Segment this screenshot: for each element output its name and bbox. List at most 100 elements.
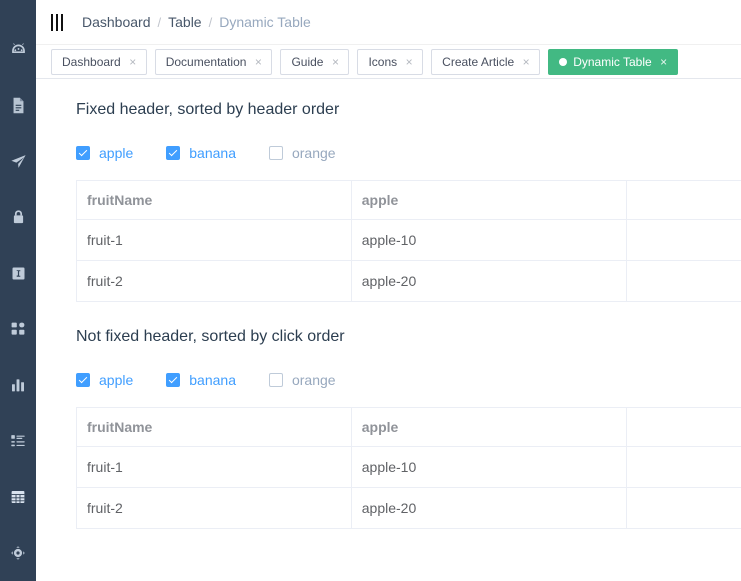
breadcrumb-separator: / (208, 14, 213, 30)
cell-fruitname: fruit-2 (76, 260, 352, 302)
sidebar-item-table[interactable] (0, 469, 36, 525)
table-row[interactable]: fruit-2 apple-20 (76, 487, 741, 529)
checkbox-box-icon (76, 373, 90, 387)
column-header-apple[interactable]: apple (351, 180, 627, 220)
dashboard-gauge-icon (10, 41, 27, 58)
paper-plane-icon (10, 153, 27, 170)
cell-empty (626, 260, 741, 302)
checkbox-label: banana (189, 372, 236, 388)
table-row[interactable]: fruit-1 apple-10 (76, 446, 741, 488)
dynamic-table-not-fixed-header: fruitName apple fruit-1 apple-10 fruit-2… (76, 407, 741, 529)
sidebar-item-charts[interactable] (0, 357, 36, 413)
cell-apple: apple-20 (351, 260, 627, 302)
tab-documentation[interactable]: Documentation × (154, 48, 273, 75)
sidebar-item-dashboard[interactable] (0, 22, 36, 78)
components-grid-icon (10, 321, 26, 337)
tab-label: Guide (291, 54, 324, 69)
section-title: Not fixed header, sorted by click order (76, 328, 345, 345)
column-header-empty (626, 407, 741, 447)
table-wrapper: fruitName apple fruit-1 apple-10 fruit-2… (76, 180, 741, 302)
column-header-fruitname[interactable]: fruitName (76, 407, 352, 447)
column-header-empty (626, 180, 741, 220)
tab-dynamic-table[interactable]: Dynamic Table × (548, 48, 678, 75)
hamburger-bar (51, 13, 53, 31)
tab-label: Dynamic Table (573, 54, 652, 69)
tab-icons[interactable]: Icons × (357, 48, 424, 75)
checkbox-banana[interactable]: banana (166, 372, 236, 388)
checkbox-box-icon (166, 146, 181, 160)
app-root: Dashboard / Table / Dynamic Table Dashbo… (0, 0, 741, 581)
checkbox-label: orange (291, 372, 336, 388)
checkbox-box-icon (166, 373, 181, 387)
checkbox-label: banana (189, 145, 236, 161)
close-icon[interactable]: × (404, 56, 414, 68)
checkbox-group: apple banana orange (76, 145, 741, 161)
bar-chart-icon (10, 377, 26, 393)
tab-guide[interactable]: Guide × (280, 48, 350, 75)
section-title: Fixed header, sorted by header order (76, 101, 340, 118)
sidebar (0, 0, 36, 581)
cell-apple: apple-20 (351, 487, 627, 529)
checkbox-box-icon (76, 146, 90, 160)
sidebar-item-documentation[interactable] (0, 78, 36, 134)
hamburger-bar (56, 13, 58, 31)
table-row[interactable]: fruit-1 apple-10 (76, 219, 741, 261)
breadcrumb: Dashboard / Table / Dynamic Table (82, 14, 311, 30)
close-icon[interactable]: × (659, 56, 669, 68)
target-icon (10, 545, 26, 561)
breadcrumb-item-dashboard[interactable]: Dashboard (82, 14, 151, 30)
tab-create-article[interactable]: Create Article × (431, 48, 541, 75)
sidebar-item-nested-routes[interactable] (0, 413, 36, 469)
close-icon[interactable]: × (521, 56, 531, 68)
sidebar-item-example[interactable] (0, 525, 36, 581)
close-icon[interactable]: × (253, 56, 263, 68)
section-not-fixed-header: Not fixed header, sorted by click order … (76, 328, 741, 529)
cell-apple: apple-10 (351, 219, 627, 261)
lock-icon (11, 209, 26, 226)
close-icon[interactable]: × (128, 56, 138, 68)
checkbox-label: orange (291, 145, 336, 161)
tab-label: Dashboard (62, 54, 121, 69)
checkbox-apple[interactable]: apple (76, 372, 133, 388)
table-icon (10, 489, 26, 505)
checkbox-orange[interactable]: orange (268, 145, 336, 161)
sidebar-item-icons[interactable] (0, 246, 36, 302)
tab-label: Icons (368, 54, 398, 69)
active-tab-dot-icon (559, 57, 568, 66)
checkbox-banana[interactable]: banana (166, 145, 236, 161)
checkbox-box-icon (268, 373, 283, 387)
checkbox-group: apple banana orange (76, 372, 741, 388)
checkbox-orange[interactable]: orange (268, 372, 336, 388)
table-row[interactable]: fruit-2 apple-20 (76, 260, 741, 302)
main-area: Dashboard / Table / Dynamic Table Dashbo… (36, 0, 741, 581)
cell-empty (626, 487, 741, 529)
column-header-apple[interactable]: apple (351, 407, 627, 447)
breadcrumb-item-dynamic-table: Dynamic Table (219, 14, 311, 30)
table-header-row: fruitName apple (76, 407, 741, 447)
section-fixed-header: Fixed header, sorted by header order app… (76, 101, 741, 302)
navbar: Dashboard / Table / Dynamic Table (36, 0, 741, 45)
checkbox-label: apple (99, 145, 134, 161)
sidebar-item-permission[interactable] (0, 190, 36, 246)
breadcrumb-separator: / (157, 14, 162, 30)
cell-fruitname: fruit-1 (76, 219, 352, 261)
cell-fruitname: fruit-1 (76, 446, 352, 488)
checkbox-apple[interactable]: apple (76, 145, 133, 161)
cell-empty (626, 446, 741, 488)
sidebar-item-components[interactable] (0, 302, 36, 358)
column-header-fruitname[interactable]: fruitName (76, 180, 352, 220)
cell-fruitname: fruit-2 (76, 487, 352, 529)
icons-box-icon (11, 266, 26, 281)
tab-label: Documentation (165, 54, 247, 69)
hamburger-icon[interactable] (36, 0, 74, 45)
checkbox-box-icon (268, 146, 283, 160)
close-icon[interactable]: × (330, 56, 340, 68)
sidebar-item-guide[interactable] (0, 134, 36, 190)
breadcrumb-item-table[interactable]: Table (168, 14, 201, 30)
document-icon (11, 97, 26, 114)
nested-list-icon (10, 434, 26, 449)
table-wrapper: fruitName apple fruit-1 apple-10 fruit-2… (76, 407, 741, 529)
table-header-row: fruitName apple (76, 180, 741, 220)
cell-apple: apple-10 (351, 446, 627, 488)
tab-dashboard[interactable]: Dashboard × (51, 48, 147, 75)
